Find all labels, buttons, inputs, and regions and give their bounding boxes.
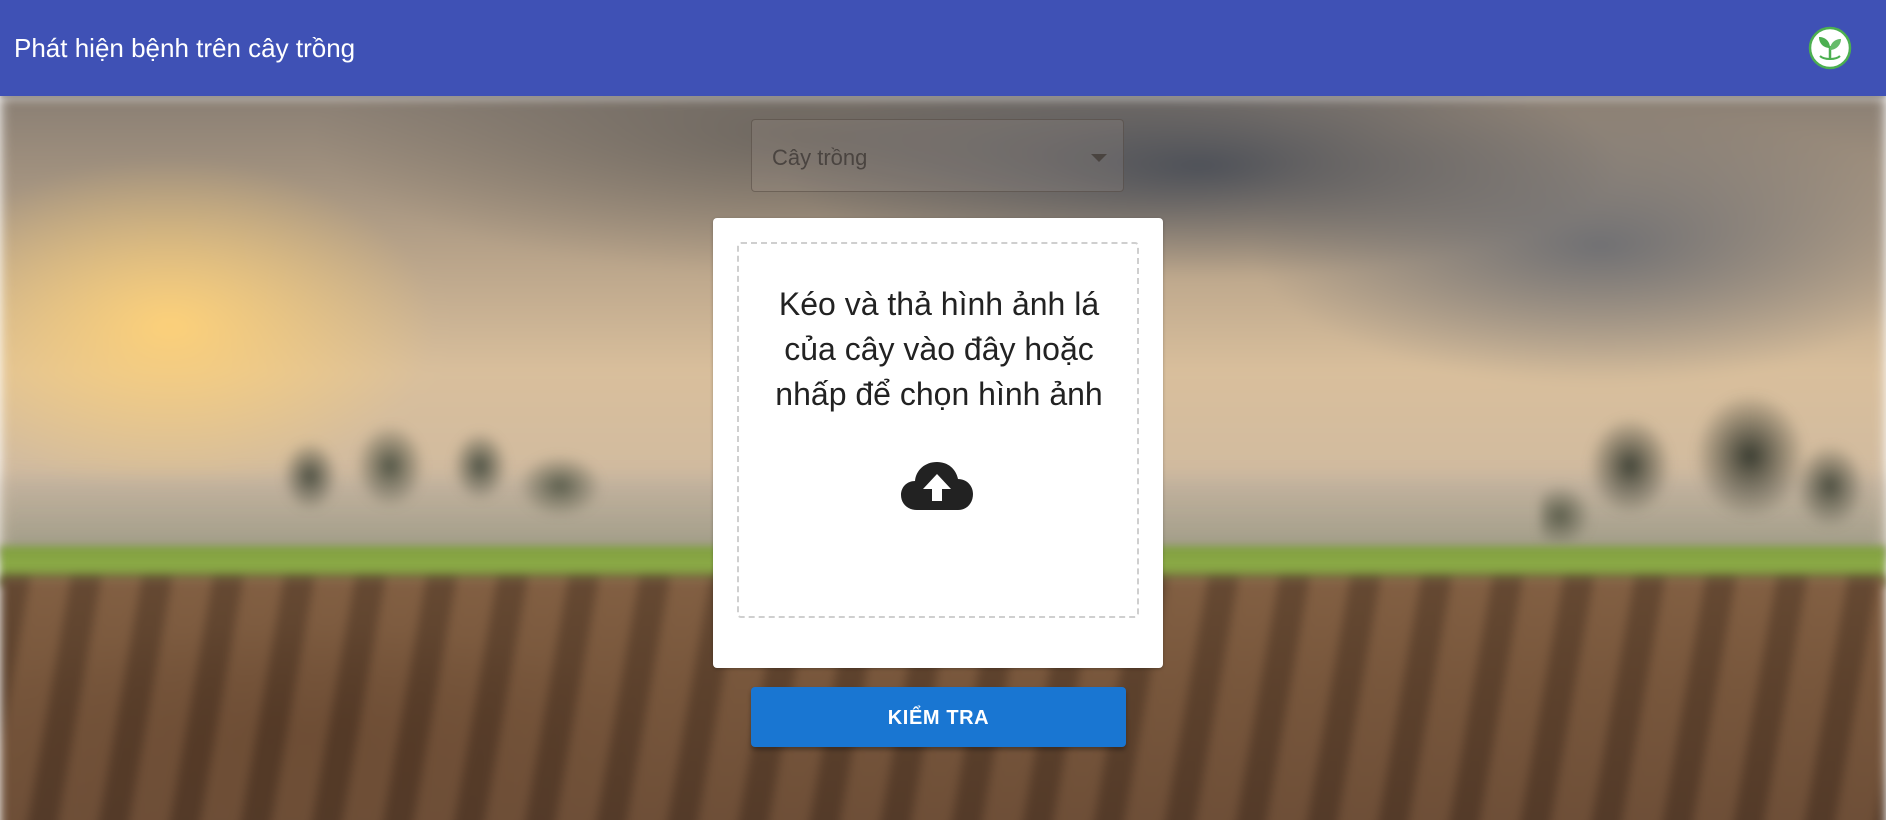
- upload-card: Kéo và thả hình ảnh lá của cây vào đây h…: [713, 218, 1163, 668]
- dropzone-instruction: Kéo và thả hình ảnh lá của cây vào đây h…: [775, 286, 1103, 412]
- app-title: Phát hiện bệnh trên cây trồng: [14, 33, 356, 63]
- caret-down-icon[interactable]: [1091, 154, 1107, 162]
- app-bar: Phát hiện bệnh trên cây trồng: [0, 0, 1886, 96]
- plant-leaf-logo-icon[interactable]: [1808, 26, 1852, 70]
- check-button[interactable]: KIỂM TRA: [751, 687, 1126, 747]
- crop-select[interactable]: Cây trồng: [751, 119, 1124, 192]
- cloud-upload-icon: [901, 462, 973, 510]
- image-dropzone[interactable]: Kéo và thả hình ảnh lá của cây vào đây h…: [737, 242, 1139, 618]
- crop-select-label: Cây trồng: [772, 145, 868, 170]
